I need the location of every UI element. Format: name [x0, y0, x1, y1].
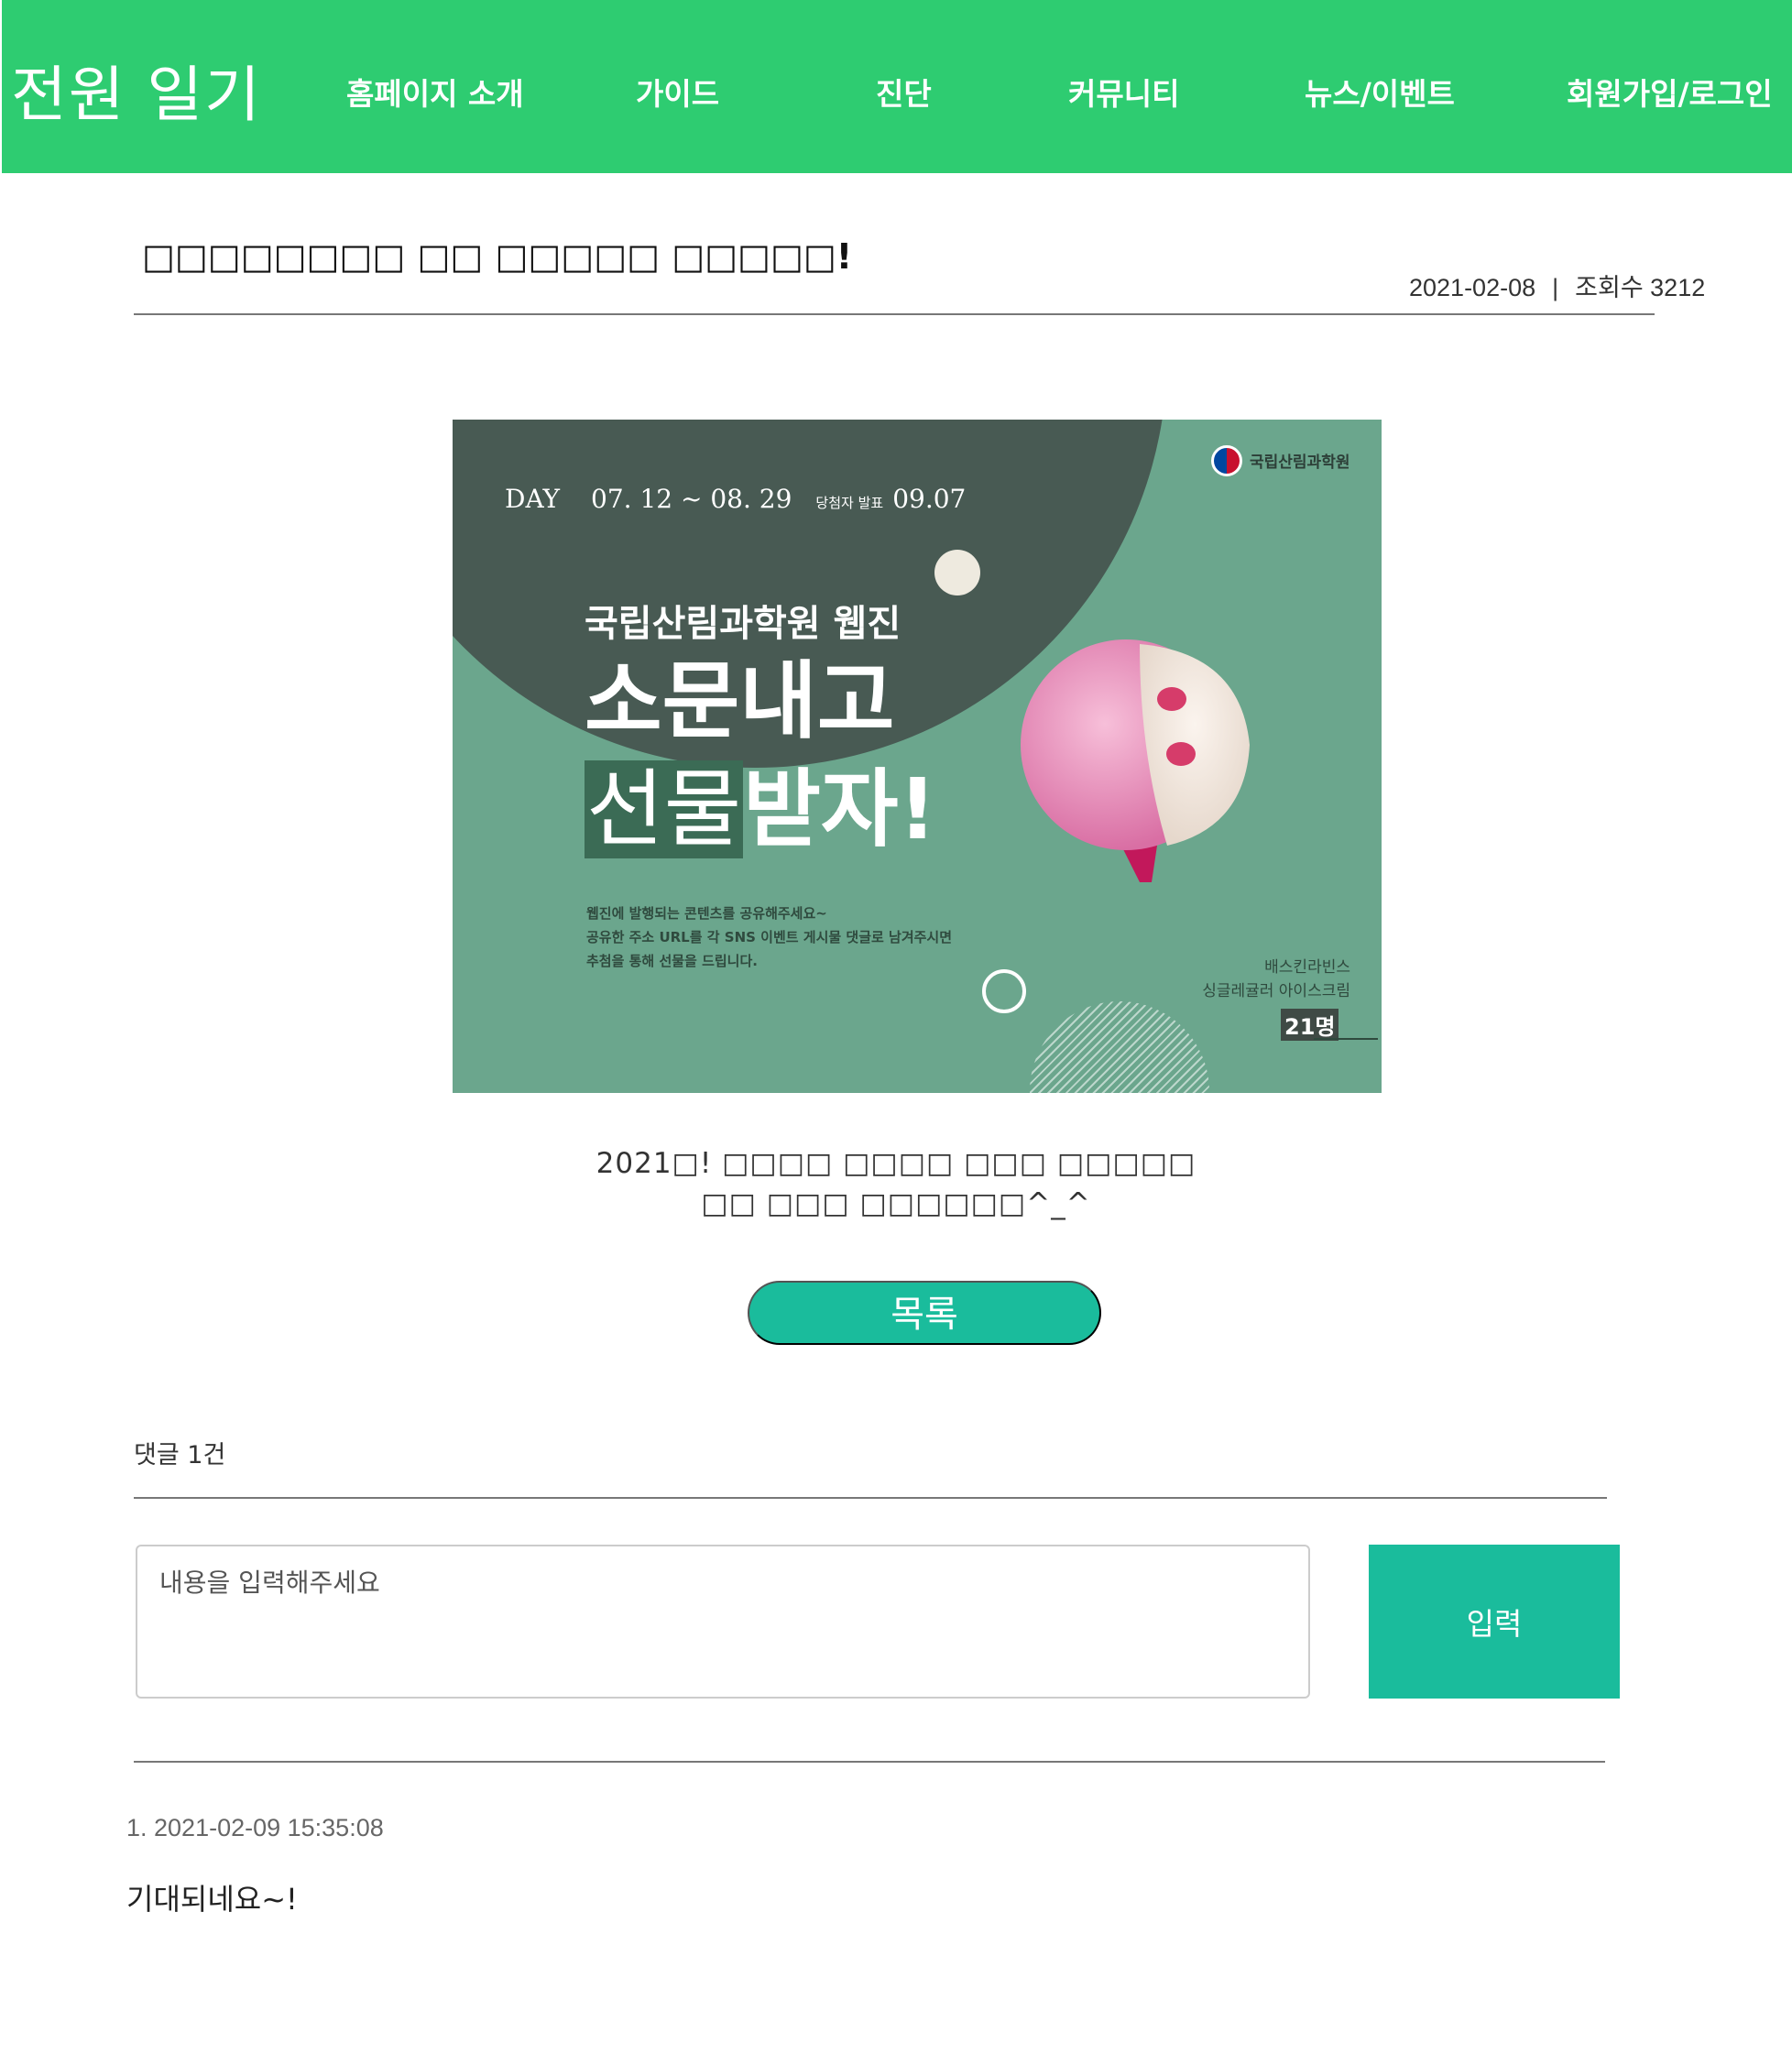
banner-desc-line: 웹진에 발행되는 콘텐츠를 공유해주세요~: [586, 905, 827, 922]
banner-prize-brand: 배스킨라빈스: [1264, 958, 1350, 977]
site-header: 전원 일기 홈페이지 소개 가이드 진단 커뮤니티 뉴스/이벤트 회원가입/로그…: [2, 0, 1792, 173]
banner-count-underline: [1314, 1038, 1378, 1040]
banner-date-line: DAY 07. 12 ~ 08. 29 당첨자 발표 09.07: [505, 484, 966, 514]
banner-headline-2: 선물받자!: [585, 760, 937, 858]
post-meta: 2021-02-08 | 조회수 3212: [1409, 268, 1705, 303]
decorative-dot: [934, 550, 980, 595]
banner-prize-count: 21명: [1281, 1009, 1339, 1041]
decorative-hatch-circle: [1030, 1001, 1209, 1093]
banner-desc-line: 추첨을 통해 선물을 드립니다.: [586, 953, 758, 969]
comment-meta: 1. 2021-02-09 15:35:08: [126, 1814, 384, 1841]
comment-list-divider: [134, 1761, 1605, 1763]
ice-cream-icon: [1021, 639, 1250, 882]
banner-announce-date: 09.07: [892, 484, 967, 514]
post-date: 2021-02-08: [1409, 274, 1536, 301]
title-divider: [134, 313, 1655, 315]
meta-separator: |: [1552, 274, 1559, 301]
banner-org-name: 국립산림과학원: [1250, 453, 1350, 472]
banner-subtitle: 국립산림과학원 웹진: [585, 603, 901, 645]
banner-headline-1: 소문내고: [585, 652, 895, 750]
list-button[interactable]: 목록: [748, 1281, 1101, 1345]
comment-submit-button[interactable]: 입력: [1369, 1545, 1620, 1699]
banner-prize-item: 싱글레귤러 아이스크림: [1202, 982, 1350, 1000]
nav-item-news-events[interactable]: 뉴스/이벤트: [1305, 70, 1455, 114]
post-views: 조회수 3212: [1575, 274, 1706, 301]
site-logo[interactable]: 전원 일기: [11, 46, 262, 134]
banner-headline-rest: 받자!: [743, 760, 937, 858]
comment-top-divider: [134, 1497, 1607, 1499]
banner-date-range: 07. 12 ~ 08. 29: [591, 484, 792, 514]
decorative-ring: [982, 969, 1026, 1013]
taegeuk-logo-icon: [1211, 445, 1242, 476]
nav-item-guide[interactable]: 가이드: [636, 70, 719, 114]
banner-prize: 배스킨라빈스 싱글레귤러 아이스크림: [1158, 956, 1350, 1003]
post-title: □□□□□□□□ □□ □□□□□ □□□□□!: [142, 236, 853, 277]
post-body-line: 2021□! □□□□ □□□□ □□□ □□□□□: [596, 1147, 1196, 1180]
banner-announce-label: 당첨자 발표: [815, 495, 884, 511]
comment-count: 댓글 1건: [134, 1441, 226, 1469]
event-banner-image: DAY 07. 12 ~ 08. 29 당첨자 발표 09.07 국립산림과학원 국립…: [453, 420, 1382, 1093]
comment-input[interactable]: [136, 1545, 1310, 1699]
banner-headline-highlight: 선물: [585, 760, 744, 858]
nav-item-signup-login[interactable]: 회원가입/로그인: [1567, 70, 1773, 114]
banner-desc-line: 공유한 주소 URL를 각 SNS 이벤트 게시물 댓글로 남겨주시면: [586, 929, 953, 945]
nav-item-about[interactable]: 홈페이지 소개: [346, 70, 524, 114]
banner-description: 웹진에 발행되는 콘텐츠를 공유해주세요~ 공유한 주소 URL를 각 SNS …: [586, 901, 952, 973]
banner-day-label: DAY: [505, 484, 561, 514]
comment-text: 기대되네요~!: [126, 1882, 298, 1917]
nav-item-community[interactable]: 커뮤니티: [1068, 70, 1179, 114]
nav-item-diagnosis[interactable]: 진단: [876, 70, 932, 114]
post-body-line: □□ □□□ □□□□□□^_^: [701, 1187, 1091, 1220]
